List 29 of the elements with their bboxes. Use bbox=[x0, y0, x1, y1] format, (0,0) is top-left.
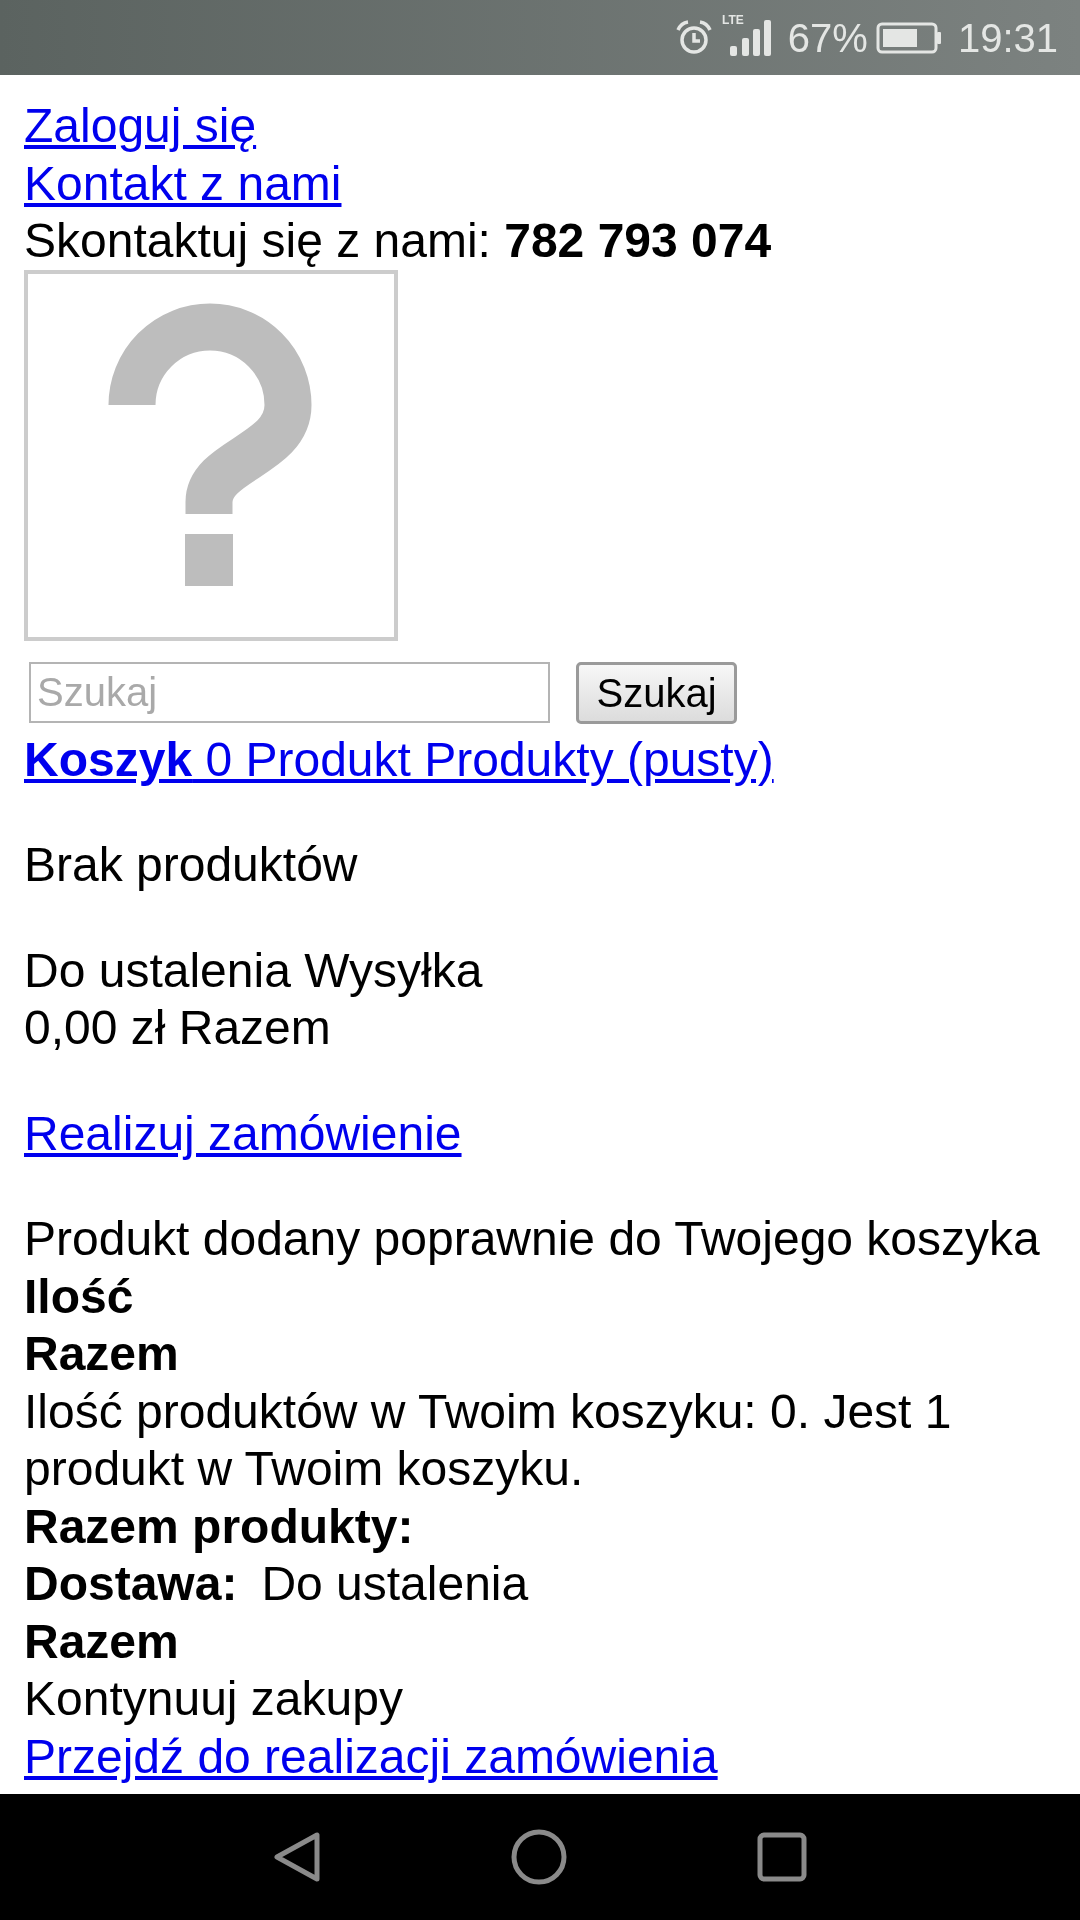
back-icon[interactable] bbox=[273, 1831, 321, 1883]
shipping-value: Do ustalenia bbox=[261, 1556, 529, 1612]
grand-total-label: Razem bbox=[24, 1613, 179, 1670]
cart-link[interactable]: Koszyk 0 Produkt Produkty (pusty) bbox=[24, 730, 774, 788]
search-button[interactable]: Szukaj bbox=[576, 661, 737, 724]
checkout-link[interactable]: Realizuj zamówienie bbox=[24, 1104, 462, 1162]
battery-percent: 67% bbox=[787, 14, 868, 61]
products-total-label: Razem produkty: bbox=[24, 1498, 414, 1555]
header-link[interactable]: Zaloguj się bbox=[24, 97, 257, 155]
cart-count-text: Ilość produktów w Twoim koszyku: 0. Jest 1 produkt w Twoim koszyku. bbox=[24, 1383, 953, 1497]
missing-image-icon bbox=[24, 269, 398, 641]
square-icon[interactable] bbox=[757, 1832, 807, 1882]
total-label: Razem bbox=[24, 1326, 179, 1382]
header-link[interactable]: Kontakt z nami bbox=[24, 154, 342, 212]
added-to-cart-message: Produkt dodany poprawnie do Twojego koszyka bbox=[24, 1211, 1040, 1267]
network-type-label: LTE bbox=[722, 13, 744, 26]
battery-icon bbox=[875, 21, 942, 54]
home-icon[interactable] bbox=[511, 1829, 567, 1885]
empty-cart-message: Brak produktów bbox=[24, 837, 358, 893]
alarm-clock-icon bbox=[676, 19, 713, 56]
proceed-to-checkout-link[interactable]: Przejdź do realizacji zamówienia bbox=[24, 1727, 718, 1785]
shipping-text: Do ustalenia Wysyłka bbox=[24, 942, 483, 999]
continue-shopping-text: Kontynuuj zakupy bbox=[24, 1671, 403, 1727]
clock-time: 19:31 bbox=[957, 14, 1058, 61]
contact-phone-text: Skontaktuj się z nami: 782 793 074 bbox=[24, 213, 772, 269]
total-text: 0,00 zł Razem bbox=[24, 1000, 331, 1056]
quantity-label: Ilość bbox=[24, 1268, 134, 1325]
shipping-label: Dostawa: bbox=[24, 1556, 238, 1612]
search-field[interactable]: Szukaj bbox=[29, 662, 550, 723]
